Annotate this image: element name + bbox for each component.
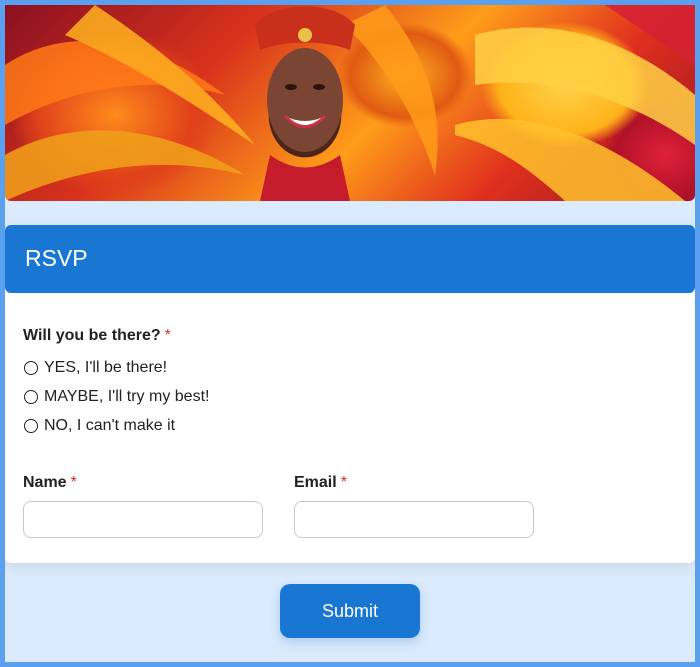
email-label-text: Email: [294, 474, 337, 491]
banner-image: [5, 5, 695, 201]
page-frame: RSVP Will you be there? * YES, I'll be th…: [5, 5, 695, 662]
radio-option-maybe[interactable]: MAYBE, I'll try my best!: [24, 388, 209, 406]
form-title: RSVP: [25, 245, 88, 271]
form-header: RSVP: [5, 225, 695, 293]
name-field-label: Name *: [23, 474, 77, 492]
radio-option-no[interactable]: NO, I can't make it: [24, 417, 175, 435]
radio-button-icon[interactable]: [24, 419, 38, 433]
required-asterisk: *: [340, 474, 347, 491]
carnival-photo-illustration: [5, 5, 695, 201]
email-field-label: Email *: [294, 474, 347, 492]
required-asterisk: *: [164, 327, 171, 344]
radio-button-icon[interactable]: [24, 361, 38, 375]
name-label-text: Name: [23, 474, 67, 491]
radio-option-label: MAYBE, I'll try my best!: [44, 388, 210, 405]
attendance-question-text: Will you be there?: [23, 327, 161, 344]
attendance-question-label: Will you be there? *: [23, 327, 171, 345]
email-input[interactable]: [294, 501, 534, 538]
radio-option-label: YES, I'll be there!: [44, 359, 168, 376]
submit-button[interactable]: Submit: [280, 584, 420, 638]
radio-button-icon[interactable]: [24, 390, 38, 404]
name-input[interactable]: [23, 501, 263, 538]
radio-option-yes[interactable]: YES, I'll be there!: [24, 359, 167, 377]
rsvp-form-card: RSVP Will you be there? * YES, I'll be th…: [5, 225, 695, 563]
radio-option-label: NO, I can't make it: [44, 417, 176, 434]
required-asterisk: *: [70, 474, 77, 491]
